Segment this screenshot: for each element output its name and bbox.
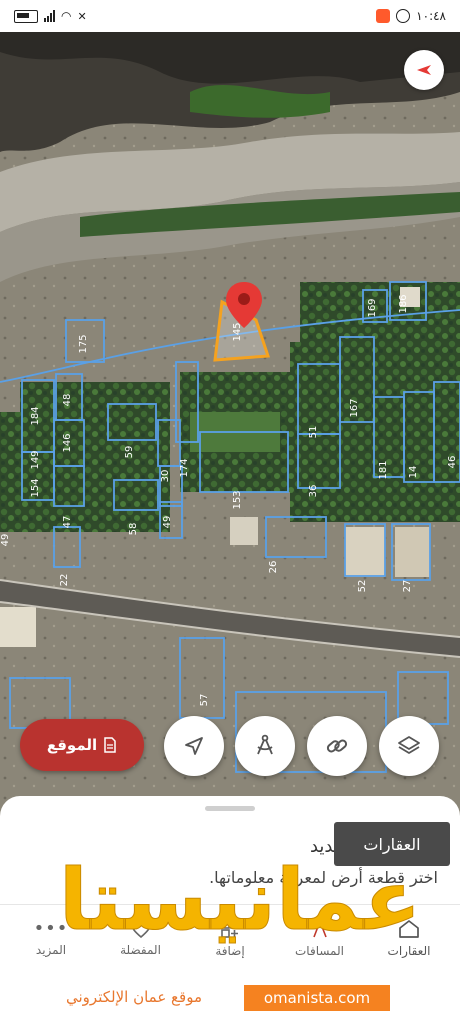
location-button-label: الموقع	[46, 736, 98, 754]
share-link-button[interactable]	[307, 716, 367, 776]
satellite-map[interactable]: 175 169 186 48 184 149 146 154 47 22 59 …	[0, 32, 460, 832]
map-canvas[interactable]: 175 169 186 48 184 149 146 154 47 22 59 …	[0, 32, 460, 832]
navigation-arrow-icon	[185, 737, 203, 755]
parcel-label[interactable]: 51	[308, 426, 319, 439]
app-notification-icon	[376, 9, 391, 23]
status-bar: ◠ ✕ ١٠:٤٨	[0, 0, 460, 32]
mute-icon: ✕	[77, 9, 87, 23]
location-button[interactable]: الموقع	[20, 719, 144, 771]
parcel-label[interactable]: 49	[0, 534, 11, 547]
parcel-label[interactable]: 58	[128, 523, 139, 536]
status-time: ١٠:٤٨	[416, 9, 446, 23]
parcel-label[interactable]: 181	[378, 460, 389, 479]
parcel-label[interactable]: 36	[308, 485, 319, 498]
parcel-label[interactable]: 48	[62, 394, 73, 407]
wifi-icon: ◠	[61, 9, 72, 23]
document-icon	[104, 737, 116, 753]
parcel-label[interactable]: 52	[357, 580, 368, 593]
status-icons-right: ١٠:٤٨	[376, 9, 446, 23]
layers-icon	[398, 736, 420, 754]
parcel-label[interactable]: 27	[402, 580, 413, 593]
parcel-label[interactable]: 154	[30, 478, 41, 497]
compass-tool-icon	[257, 734, 273, 755]
parcel-label[interactable]: 174	[179, 458, 190, 477]
parcel-label[interactable]: 175	[78, 334, 89, 353]
link-icon	[326, 739, 348, 753]
parcel-label[interactable]: 184	[30, 406, 41, 425]
signal-icon	[44, 10, 55, 22]
status-icons-left: ◠ ✕	[14, 9, 87, 23]
tooltip: العقارات	[334, 822, 450, 866]
parcel-label[interactable]: 46	[447, 456, 458, 469]
compass-button[interactable]	[404, 50, 444, 90]
measure-button[interactable]	[235, 716, 295, 776]
watermark-domain: omanista.com	[244, 985, 390, 1011]
battery-icon	[14, 9, 38, 23]
parcel-label[interactable]: 146	[62, 433, 73, 452]
navigate-button[interactable]	[164, 716, 224, 776]
parcel-label[interactable]: 26	[268, 561, 279, 574]
compass-icon	[417, 65, 431, 75]
watermark-tagline: موقع عمان الإلكتروني	[66, 988, 202, 1006]
parcel-label[interactable]: 149	[30, 450, 41, 469]
parcel-label[interactable]: 186	[398, 294, 409, 313]
layers-button[interactable]	[379, 716, 439, 776]
parcel-label[interactable]: 22	[59, 574, 70, 587]
whatsapp-icon	[396, 9, 411, 23]
parcel-label[interactable]: 47	[62, 516, 73, 529]
parcel-label[interactable]: 57	[199, 694, 210, 707]
parcel-label[interactable]: 167	[349, 398, 360, 417]
parcel-label[interactable]: 169	[367, 298, 378, 317]
parcel-label[interactable]: 153	[232, 490, 243, 509]
sheet-drag-handle[interactable]	[205, 806, 255, 811]
watermark-brand: عمانيستا	[58, 851, 422, 949]
parcel-label[interactable]: 30	[160, 470, 171, 483]
watermark-footer: موقع عمان الإلكتروني omanista.com	[0, 982, 460, 1014]
parcel-label[interactable]: 59	[124, 446, 135, 459]
parcel-label[interactable]: 14	[408, 466, 419, 479]
parcel-label[interactable]: 49	[162, 516, 173, 529]
